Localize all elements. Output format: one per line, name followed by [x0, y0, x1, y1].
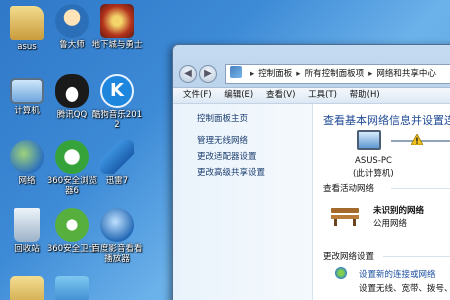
dnf-game-icon: [100, 4, 134, 38]
computer-icon: [10, 78, 44, 104]
manage-wireless-link[interactable]: 管理无线网络: [197, 134, 248, 146]
back-button[interactable]: ◀: [179, 65, 197, 83]
setup-new-connection-desc: 设置无线、宽带、拨号、临: [359, 284, 450, 294]
shield-icon: [55, 276, 89, 300]
control-panel-home-link[interactable]: 控制面板主页: [197, 112, 248, 124]
control-panel-icon: [230, 66, 242, 78]
desktop-icon-partial-shield[interactable]: [45, 276, 99, 300]
divider: [391, 188, 450, 189]
sidebar: 控制面板主页 管理无线网络 更改适配器设置 更改高级共享设置: [173, 104, 313, 300]
breadcrumb-separator: ▸: [250, 69, 255, 79]
address-bar[interactable]: ▸ 控制面板 ▸ 所有控制面板项 ▸ 网络和共享中心: [225, 64, 450, 84]
network-globe-icon: [10, 140, 44, 174]
divider: [383, 256, 450, 257]
desktop-icon-dnf[interactable]: 地下城与勇士: [90, 4, 144, 50]
kugou-icon: K: [100, 74, 134, 108]
menu-help[interactable]: 帮助(H): [345, 88, 385, 103]
desktop-icon-label: 地下城与勇士: [91, 40, 143, 50]
main-content: 查看基本网络信息并设置连接 ASUS-PC (此计算机) 查看活动网络 未识别的…: [313, 104, 450, 300]
menu-edit[interactable]: 编辑(E): [219, 88, 258, 103]
advanced-sharing-link[interactable]: 更改高级共享设置: [197, 166, 265, 178]
ludashi-icon: [55, 4, 89, 38]
breadcrumb-separator: ▸: [296, 69, 301, 79]
folder-icon: [10, 276, 44, 300]
desktop-icon-xunlei[interactable]: 迅雷7: [90, 140, 144, 186]
setup-new-connection-link[interactable]: 设置新的连接或网络: [359, 268, 436, 280]
desktop-icon-label: 迅雷7: [105, 176, 129, 186]
qq-penguin-icon: [55, 74, 89, 108]
change-settings-header: 更改网络设置: [323, 252, 375, 262]
desktop-icon-kugou[interactable]: K 酷狗音乐2012: [90, 74, 144, 130]
breadcrumb-item[interactable]: 所有控制面板项: [305, 69, 365, 79]
desktop-icon-label: 酷狗音乐2012: [91, 110, 143, 130]
360-browser-icon: [55, 140, 89, 174]
network-type[interactable]: 公用网络: [373, 217, 407, 229]
breadcrumb-item[interactable]: 网络和共享中心: [376, 69, 436, 79]
pc-subtitle: (此计算机): [353, 169, 394, 179]
menu-bar: 文件(F) 编辑(E) 查看(V) 工具(T) 帮助(H): [173, 87, 450, 104]
menu-file[interactable]: 文件(F): [173, 88, 217, 103]
pc-name: ASUS-PC: [355, 156, 392, 166]
public-network-bench-icon: [331, 204, 359, 226]
warning-icon: [411, 134, 423, 145]
menu-view[interactable]: 查看(V): [261, 88, 300, 103]
network-name: 未识别的网络: [373, 206, 425, 216]
desktop-icon-label: 百度影音看看播放器: [91, 244, 143, 264]
active-networks-header: 查看活动网络: [323, 184, 375, 194]
page-title: 查看基本网络信息并设置连接: [323, 114, 450, 127]
360-guard-icon: [55, 208, 89, 242]
xunlei-bird-icon: [100, 140, 134, 174]
address-row: ◀ ▶ ▸ 控制面板 ▸ 所有控制面板项 ▸ 网络和共享中心: [179, 63, 450, 87]
adapter-settings-link[interactable]: 更改适配器设置: [197, 150, 257, 162]
new-connection-icon: [335, 267, 347, 279]
recycle-bin-icon: [14, 208, 40, 242]
back-arrow-icon: ◀: [184, 68, 192, 79]
pc-icon: [357, 130, 381, 150]
menu-tools[interactable]: 工具(T): [303, 88, 342, 103]
desktop-icon-player[interactable]: 百度影音看看播放器: [90, 208, 144, 264]
forward-arrow-icon: ▶: [204, 68, 212, 79]
user-folder-icon: [10, 6, 44, 40]
forward-button[interactable]: ▶: [199, 65, 217, 83]
breadcrumb-item[interactable]: 控制面板: [258, 69, 292, 79]
network-sharing-center-window[interactable]: ◀ ▶ ▸ 控制面板 ▸ 所有控制面板项 ▸ 网络和共享中心 文件(F) 编辑(E) 查看…: [172, 44, 450, 300]
player-icon: [100, 208, 134, 242]
breadcrumb-separator: ▸: [368, 69, 373, 79]
